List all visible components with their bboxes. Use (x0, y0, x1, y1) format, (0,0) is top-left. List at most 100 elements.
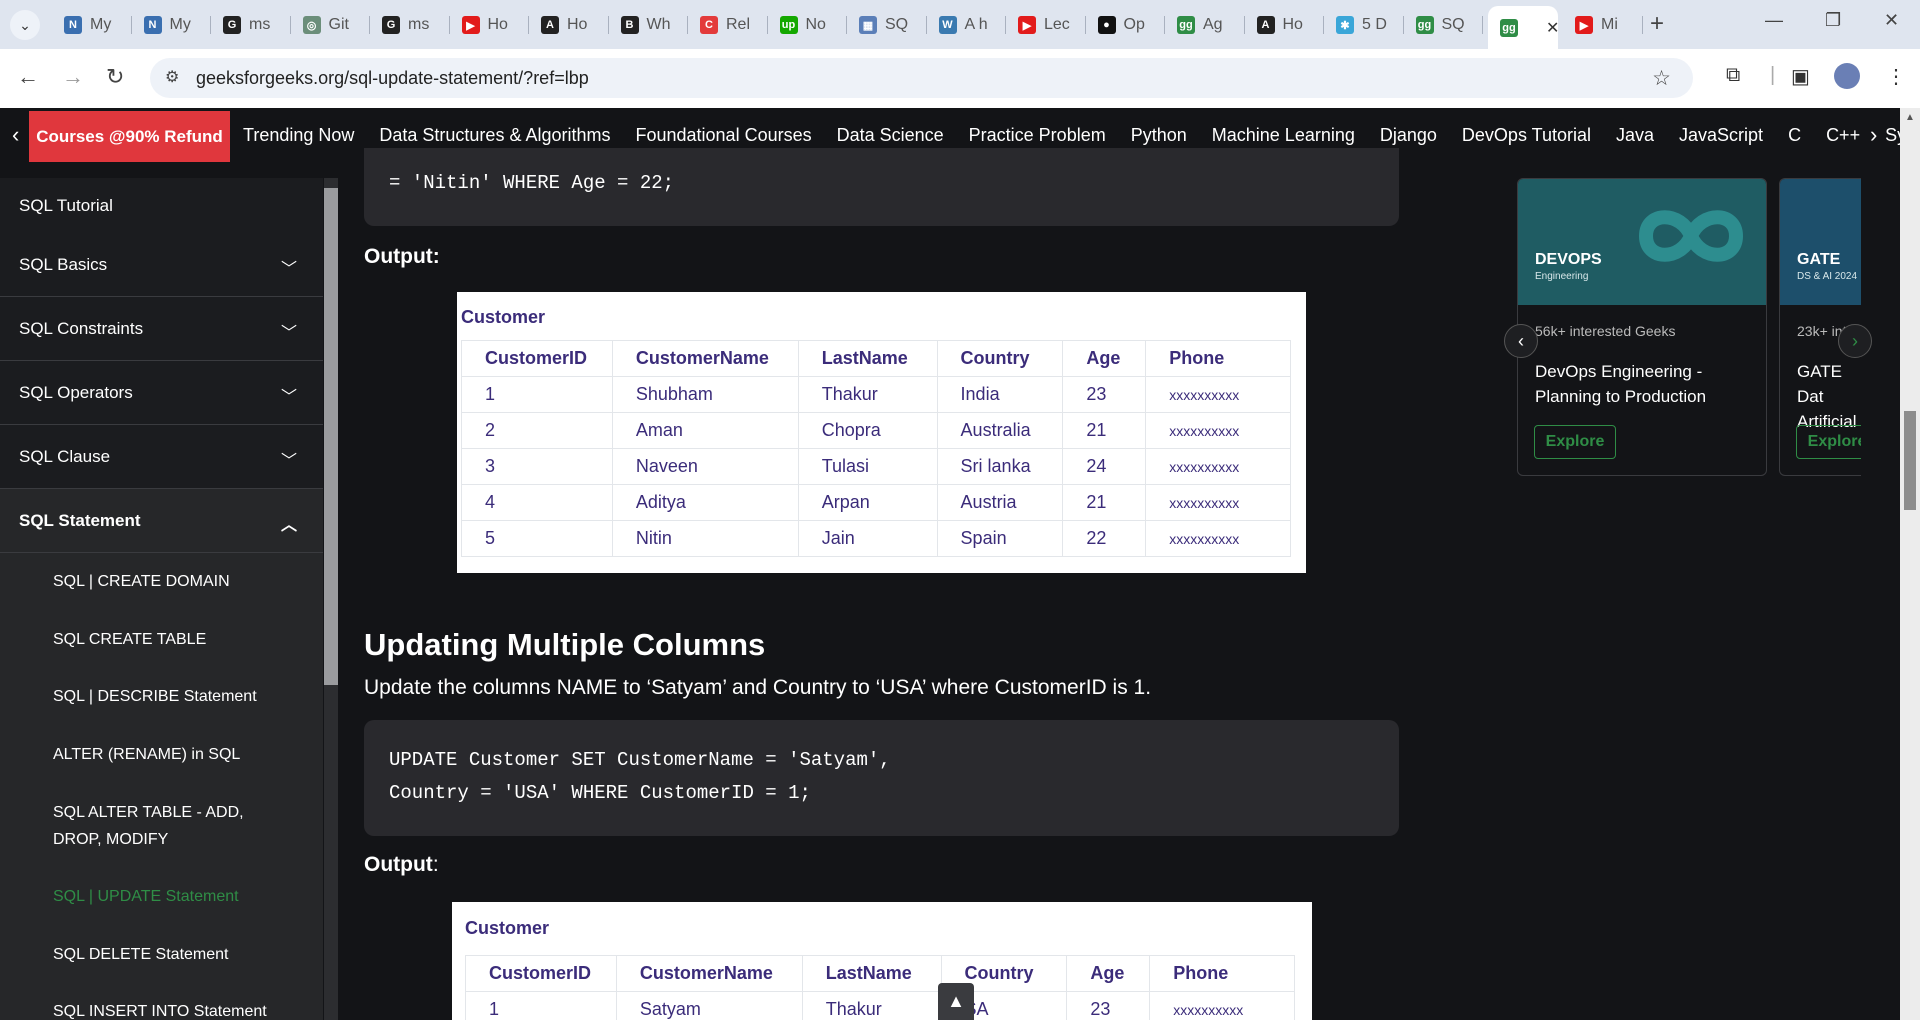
forward-icon[interactable]: → (62, 64, 84, 90)
nav-item[interactable]: JavaScript (1679, 125, 1763, 146)
browser-tab[interactable]: A Ho (529, 8, 609, 42)
new-tab-icon[interactable]: + (1650, 10, 1664, 38)
close-tab-icon[interactable]: ✕ (1546, 18, 1558, 38)
sidebar-scrollbar[interactable] (324, 178, 338, 1020)
browser-tab[interactable]: ✱ 5 D (1324, 8, 1404, 42)
nav-item[interactable]: Data Structures & Algorithms (379, 125, 610, 146)
sidebar-subitem[interactable]: SQL DELETE Statement (0, 925, 323, 983)
course-title[interactable]: DevOps Engineering - Planning to Product… (1535, 359, 1735, 409)
bookmark-star-icon[interactable]: ☆ (1652, 66, 1671, 91)
carousel-next-icon[interactable]: › (1838, 324, 1872, 358)
side-panel-icon[interactable]: ▣ (1791, 64, 1810, 89)
infinity-logo-icon (1638, 210, 1744, 262)
profile-avatar[interactable] (1834, 63, 1860, 89)
nav-item[interactable]: Machine Learning (1212, 125, 1355, 146)
nav-item[interactable]: C++ (1826, 125, 1860, 146)
sidebar-section[interactable]: SQL Basics ﹀ (0, 233, 323, 297)
nav-item[interactable]: DevOps Tutorial (1462, 125, 1591, 146)
sidebar-section[interactable]: SQL Operators ﹀ (0, 361, 323, 425)
browser-tab[interactable]: N My (52, 8, 132, 42)
output-table-card-2: Customer CustomerID CustomerName LastName C… (452, 902, 1312, 1020)
menu-kebab-icon[interactable]: ⋮ (1886, 64, 1906, 89)
sidebar-subitem[interactable]: SQL | CREATE DOMAIN (0, 553, 323, 611)
customer-table-2: CustomerID CustomerName LastName Country Age… (465, 955, 1295, 1020)
nav-item[interactable]: C (1788, 125, 1801, 146)
column-header: LastName (797, 340, 938, 377)
close-window-icon[interactable]: ✕ (1884, 10, 1899, 31)
explore-button[interactable]: Explore (1534, 425, 1616, 459)
browser-tab[interactable]: ▶ Mi (1563, 8, 1643, 42)
address-bar[interactable]: ⚙ geeksforgeeks.org/sql-update-statement… (150, 58, 1693, 98)
browser-tab[interactable]: gg Ag (1165, 8, 1245, 42)
tab-favicon-icon: ▶ (1575, 16, 1593, 34)
screen: ⌄ N My N My Gms ◎ Git Gms ▶ Ho A Ho B Wh C Rel up No ▦ SQ W A… (0, 0, 1920, 1020)
nav-item[interactable]: Data Science (837, 125, 944, 146)
chevron-down-icon[interactable]: ﹀ (281, 447, 297, 471)
browser-tab[interactable]: ▦ SQ (847, 8, 927, 42)
tab-favicon-icon: up (779, 16, 798, 34)
table-cell: 1 (461, 376, 613, 413)
sidebar-section[interactable]: SQL Tutorial (0, 178, 323, 233)
scroll-to-top-button[interactable]: ▲ (938, 983, 974, 1020)
browser-tab[interactable]: Gms (211, 8, 291, 42)
sidebar-section[interactable]: SQL Statement ︿ (0, 489, 323, 553)
browser-tab[interactable]: N My (132, 8, 211, 42)
sidebar-subitem[interactable]: ALTER (RENAME) in SQL (0, 725, 323, 783)
nav-item[interactable]: Java (1616, 125, 1654, 146)
browser-tab[interactable]: ◎ Git (291, 8, 370, 42)
sidebar-subitem[interactable]: SQL CREATE TABLE (0, 610, 323, 668)
reload-icon[interactable]: ↻ (106, 64, 124, 90)
courses-refund-link[interactable]: Courses @90% Refund (29, 111, 230, 162)
table-cell: 23 (1066, 991, 1151, 1020)
browser-tab[interactable]: C Rel (688, 8, 768, 42)
site-info-icon[interactable]: ⚙ (165, 67, 179, 87)
back-icon[interactable]: ← (17, 64, 39, 90)
restore-icon[interactable]: ❐ (1825, 10, 1841, 31)
nav-item[interactable]: Django (1380, 125, 1437, 146)
sidebar-scroll-thumb[interactable] (324, 188, 338, 685)
nav-left-arrow-icon[interactable]: ‹ (12, 122, 19, 148)
sidebar-subitem[interactable]: SQL | DESCRIBE Statement (0, 668, 323, 726)
browser-tab[interactable]: ▶ Lec (1006, 8, 1086, 42)
sidebar-section[interactable]: SQL Clause ﹀ (0, 425, 323, 489)
page-scroll-thumb[interactable] (1904, 411, 1916, 510)
minimize-icon[interactable]: — (1765, 10, 1783, 31)
browser-tab[interactable]: ● Op (1086, 8, 1165, 42)
nav-item[interactable]: Trending Now (243, 125, 354, 146)
browser-tab[interactable]: gg SQ (1404, 8, 1483, 42)
column-header: Age (1062, 340, 1147, 377)
chevron-up-icon[interactable]: ︿ (281, 511, 297, 535)
sidebar-subitem[interactable]: SQL ALTER TABLE - ADD, DROP, MODIFY (0, 783, 323, 868)
extensions-icon[interactable]: ⧉ (1726, 64, 1740, 87)
course-title[interactable]: GATE Dat Artificial (1797, 359, 1861, 434)
url-text[interactable]: geeksforgeeks.org/sql-update-statement/?… (196, 68, 589, 89)
sidebar-subitem[interactable]: SQL | UPDATE Statement (0, 868, 323, 926)
table-cell: Satyam (615, 991, 803, 1020)
sidebar-subitem[interactable]: SQL INSERT INTO Statement (0, 983, 323, 1020)
page-scrollbar[interactable]: ▲ (1900, 108, 1920, 1020)
tab-search-icon[interactable]: ⌄ (10, 10, 40, 40)
chevron-down-icon[interactable]: ﹀ (281, 319, 297, 343)
browser-tab[interactable]: gg ✕ (1488, 6, 1558, 49)
browser-tab[interactable]: up No (768, 8, 847, 42)
nav-item[interactable]: Python (1131, 125, 1187, 146)
nav-item[interactable]: Practice Problem (969, 125, 1106, 146)
browser-tab[interactable]: A Ho (1245, 8, 1324, 42)
sidebar-section[interactable]: SQL Constraints ﹀ (0, 297, 323, 361)
browser-tab[interactable]: WA h (927, 8, 1006, 42)
browser-tab[interactable]: ▶ Ho (450, 8, 529, 42)
table-cell: Jain (797, 520, 938, 557)
chevron-down-icon[interactable]: ﹀ (281, 255, 297, 279)
carousel-prev-icon[interactable]: ‹ (1504, 324, 1538, 358)
tab-favicon-icon: N (64, 16, 82, 34)
nav-right-arrow-icon[interactable]: › (1870, 122, 1877, 148)
browser-tab[interactable]: Gms (370, 8, 450, 42)
table-cell: 2 (461, 412, 613, 449)
scroll-up-icon[interactable]: ▲ (1905, 112, 1915, 123)
explore-button[interactable]: Explore (1796, 425, 1861, 459)
browser-tab[interactable]: B Wh (609, 8, 688, 42)
course-card-devops[interactable]: DEVOPS Engineering 56k+ interested Geeks… (1517, 178, 1767, 476)
chevron-down-icon[interactable]: ﹀ (281, 383, 297, 407)
sidebar: SQL Tutorial SQL Basics ﹀ SQL Constraints ﹀ S… (0, 178, 323, 1020)
nav-item[interactable]: Foundational Courses (635, 125, 811, 146)
